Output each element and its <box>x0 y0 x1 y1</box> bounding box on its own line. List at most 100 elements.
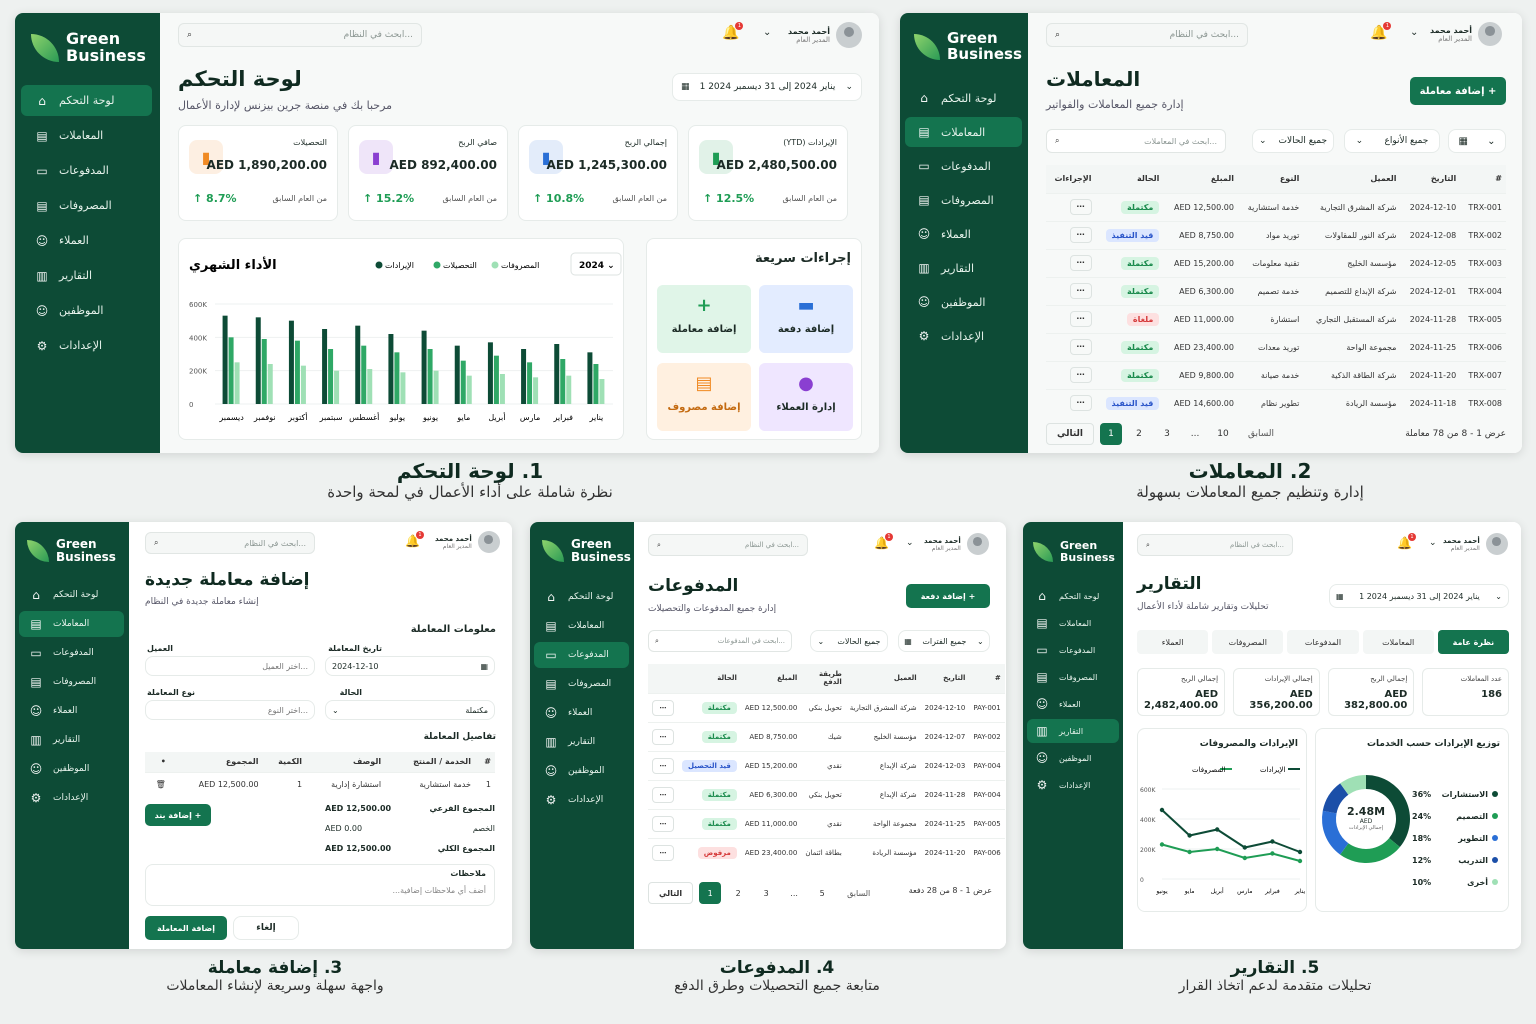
sidebar-item-transactions[interactable]: ▤ المعاملات <box>19 611 124 637</box>
client-select[interactable]: اختر العميل... <box>145 656 315 676</box>
table-row[interactable]: PAY-006 2024-11-20 مؤسسة الريادة بطاقة ائتم… <box>648 837 1005 867</box>
quick-action-button[interactable]: ▤ إضافة مصروف <box>657 363 751 431</box>
tab-3[interactable]: المصروفات <box>1212 630 1284 654</box>
row-actions-button[interactable]: ⋯ <box>652 786 674 803</box>
table-cell[interactable]: استشارة إدارية <box>306 771 386 796</box>
row-actions-button[interactable]: ⋯ <box>1069 395 1092 412</box>
user-menu[interactable]: أحمد محمد المدير العام <box>1443 533 1508 555</box>
row-actions-button[interactable]: ⋯ <box>652 699 674 716</box>
sidebar-item-transactions[interactable]: ▤ المعاملات <box>534 613 629 639</box>
sidebar-item-employees[interactable]: ☺ الموظفين <box>19 756 124 782</box>
sidebar-item-payments[interactable]: ▭ المدفوعات <box>905 151 1022 181</box>
type-filter[interactable]: ⌄ جميع الأنواع <box>1344 129 1440 153</box>
type-select[interactable]: اختر النوع... <box>145 700 315 720</box>
sidebar-item-transactions[interactable]: ▤ المعاملات <box>21 120 152 151</box>
table-cell[interactable]: خدمة استشارية <box>385 771 475 796</box>
sidebar-item-transactions[interactable]: ▤ المعاملات <box>1027 611 1119 635</box>
bell-icon[interactable]: 🔔 1 <box>722 22 744 41</box>
bell-icon[interactable]: 🔔 1 <box>1397 533 1416 550</box>
trash-icon[interactable]: 🗑 <box>156 780 166 789</box>
row-actions-button[interactable]: ⋯ <box>1069 255 1092 271</box>
next-page-button[interactable]: التالي <box>1046 423 1095 445</box>
user-menu[interactable]: أحمد محمد المدير العام <box>435 531 500 553</box>
payments-search-input[interactable]: ⌕ ابحث في المدفوعات... <box>648 630 792 652</box>
table-row[interactable]: TRX-006 2024-11-25 مجموعة الواحة توريد معدا… <box>1046 332 1506 361</box>
table-row[interactable]: TRX-008 2024-11-18 مؤسسة الريادة تطوير نظام… <box>1046 388 1506 417</box>
table-row[interactable]: PAY-002 2024-12-07 مؤسسة الخليج شيك AED 8,75… <box>648 721 1005 751</box>
sidebar-item-payments[interactable]: ▭ المدفوعات <box>1027 638 1119 662</box>
sidebar-item-dashboard[interactable]: ⌂ لوحة التحكم <box>21 85 152 116</box>
table-row[interactable]: PAY-001 2024-12-10 شركة المشرق التجارية تحو… <box>648 692 1005 722</box>
search-input[interactable]: ⌕ ابحث في النظام... <box>1046 23 1248 47</box>
table-row[interactable]: PAY-005 2024-11-25 مجموعة الواحة نقدي AED 11… <box>648 808 1005 838</box>
sidebar-item-payments[interactable]: ▭ المدفوعات <box>19 640 124 666</box>
page-button[interactable]: 2 <box>1128 423 1150 445</box>
sidebar-item-dashboard[interactable]: ⌂ لوحة التحكم <box>19 582 124 608</box>
chevron-down-icon[interactable]: ⌄ <box>1410 27 1418 38</box>
quick-action-button[interactable]: ● إدارة العملاء <box>759 363 853 431</box>
table-row[interactable]: PAY-004 2024-12-03 شركة الإبداع نقدي AED 15,… <box>648 750 1005 780</box>
sidebar-item-clients[interactable]: ☺ العملاء <box>905 219 1022 249</box>
row-actions-button[interactable]: ⋯ <box>1069 283 1092 299</box>
date-field[interactable]: 2024-12-10 ▦ <box>325 656 495 676</box>
sidebar-item-clients[interactable]: ☺ العملاء <box>534 700 629 726</box>
page-button[interactable]: 2 <box>727 882 749 904</box>
bell-icon[interactable]: 🔔 1 <box>1370 22 1392 41</box>
sidebar-item-settings[interactable]: ⚙ الإعدادات <box>905 321 1022 351</box>
table-row[interactable]: TRX-007 2024-11-20 شركة الطاقة الذكية خدمة … <box>1046 360 1506 389</box>
search-input[interactable]: ⌕ ابحث في النظام... <box>1137 534 1293 556</box>
view-toggle[interactable]: ▦ ⌄ <box>1448 129 1506 153</box>
sidebar-item-payments[interactable]: ▭ المدفوعات <box>21 155 152 186</box>
page-button[interactable]: 10 <box>1212 423 1234 445</box>
quick-action-button[interactable]: + إضافة معاملة <box>657 285 751 353</box>
search-input[interactable]: ⌕ ابحث في النظام... <box>648 534 808 556</box>
sidebar-item-clients[interactable]: ☺ العملاء <box>21 225 152 256</box>
table-row[interactable]: TRX-002 2024-12-08 شركة النور للمقاولات تور… <box>1046 220 1506 249</box>
sidebar-item-employees[interactable]: ☺ الموظفين <box>21 295 152 326</box>
table-row[interactable]: TRX-004 2024-12-01 شركة الإبداع للتصميم خدم… <box>1046 276 1506 305</box>
transactions-search-input[interactable]: ⌕ ابحث في المعاملات... <box>1046 129 1226 153</box>
sidebar-item-reports[interactable]: ▥ التقارير <box>905 253 1022 283</box>
table-row[interactable]: TRX-005 2024-11-28 شركة المستقبل التجاري اس… <box>1046 304 1506 333</box>
prev-page-button[interactable]: السابق <box>839 882 878 904</box>
sidebar-item-reports[interactable]: ▥ التقارير <box>21 260 152 291</box>
add-item-button[interactable]: إضافة بند + <box>145 804 211 826</box>
add-payment-button[interactable]: إضافة دفعة + <box>906 584 990 608</box>
date-range-picker[interactable]: ▦ 1 يناير 2024 إلى 31 ديسمبر 2024 ⌄ <box>672 73 862 101</box>
sidebar-item-settings[interactable]: ⚙ الإعدادات <box>21 330 152 361</box>
row-actions-button[interactable]: ⋯ <box>1069 199 1092 215</box>
sidebar-item-reports[interactable]: ▥ التقارير <box>534 729 629 755</box>
user-menu[interactable]: أحمد محمد المدير العام <box>924 533 989 555</box>
status-select[interactable]: ⌄ مكتملة <box>325 700 495 720</box>
table-row[interactable]: 1 خدمة استشارية استشارة إدارية 1 AED 12,500.… <box>145 771 495 796</box>
sidebar-item-transactions[interactable]: ▤ المعاملات <box>905 117 1022 147</box>
sidebar-item-employees[interactable]: ☺ الموظفين <box>905 287 1022 317</box>
quick-action-button[interactable]: ▬ إضافة دفعة <box>759 285 853 353</box>
sidebar-item-dashboard[interactable]: ⌂ لوحة التحكم <box>905 83 1022 113</box>
sidebar-item-dashboard[interactable]: ⌂ لوحة التحكم <box>1027 584 1119 608</box>
tab-1[interactable]: المعاملات <box>1362 630 1434 654</box>
sidebar-item-reports[interactable]: ▥ التقارير <box>19 727 124 753</box>
sidebar-item-expenses[interactable]: ▤ المصروفات <box>905 185 1022 215</box>
notes-field[interactable]: ملاحظات أضف أي ملاحظات إضافية... <box>145 864 495 906</box>
table-cell[interactable]: 1 <box>474 771 495 796</box>
user-menu[interactable]: أحمد محمد المدير العام <box>788 22 862 48</box>
period-filter[interactable]: ▦ جميع الفترات ⌄ <box>898 630 990 652</box>
search-input[interactable]: ⌕ ابحث في النظام... <box>145 532 315 554</box>
sidebar-item-settings[interactable]: ⚙ الإعدادات <box>534 787 629 813</box>
sidebar-item-expenses[interactable]: ▤ المصروفات <box>1027 665 1119 689</box>
row-actions-button[interactable]: ⋯ <box>652 844 674 861</box>
search-input[interactable]: ⌕ ابحث في النظام... <box>178 23 422 47</box>
user-menu[interactable]: أحمد محمد المدير العام <box>1430 22 1502 46</box>
sidebar-item-dashboard[interactable]: ⌂ لوحة التحكم <box>534 584 629 610</box>
table-row[interactable]: PAY-004 2024-11-28 شركة الإبداع تحويل بنكي A… <box>648 779 1005 809</box>
page-button[interactable]: 3 <box>1156 423 1178 445</box>
sidebar-item-expenses[interactable]: ▤ المصروفات <box>21 190 152 221</box>
row-actions-button[interactable]: ⋯ <box>1069 227 1092 243</box>
page-button[interactable]: 1 <box>699 882 722 904</box>
sidebar-item-settings[interactable]: ⚙ الإعدادات <box>1027 773 1119 797</box>
sidebar-item-expenses[interactable]: ▤ المصروفات <box>19 669 124 695</box>
page-button[interactable]: 1 <box>1100 423 1123 445</box>
prev-page-button[interactable]: السابق <box>1240 423 1282 445</box>
sidebar-item-settings[interactable]: ⚙ الإعدادات <box>19 785 124 811</box>
